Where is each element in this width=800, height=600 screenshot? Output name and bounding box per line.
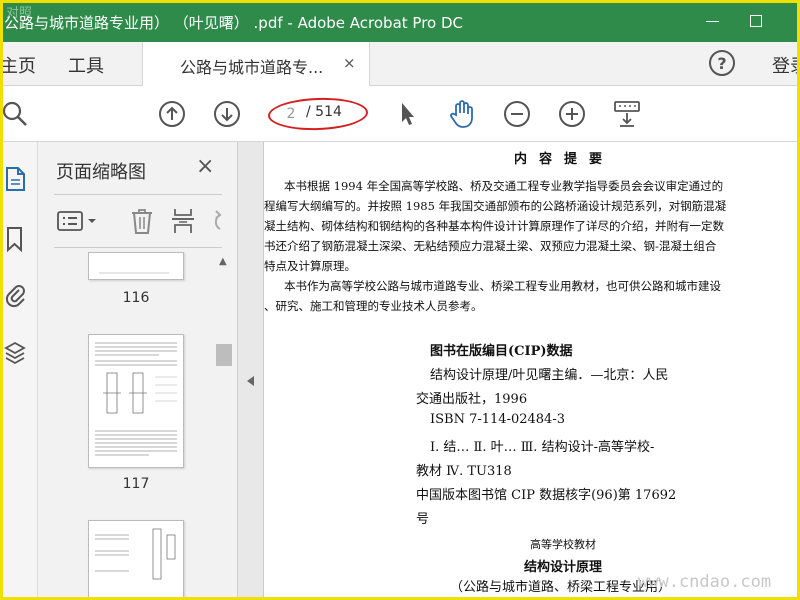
paragraph-line: 书还介绍了钢筋混凝土深梁、无粘结预应力混凝土梁、双预应力混凝土梁、钢-混凝土组合 bbox=[264, 239, 717, 253]
navigation-rail bbox=[0, 142, 38, 600]
cip-title: 图书在版编目(CIP)数据 bbox=[430, 344, 573, 359]
delete-page-icon[interactable] bbox=[130, 206, 154, 236]
maximize-icon bbox=[750, 15, 762, 27]
tab-document[interactable]: 公路与城市道路专... × bbox=[142, 42, 370, 86]
tab-document-label: 公路与城市道路专... bbox=[180, 58, 324, 77]
previous-page-icon[interactable] bbox=[156, 98, 188, 130]
title-bar: 对照 公路与城市道路专业用） （叶见曙） .pdf - Adobe Acroba… bbox=[0, 0, 800, 42]
search-icon[interactable] bbox=[0, 98, 32, 130]
insert-page-icon[interactable] bbox=[170, 206, 196, 236]
attachment-icon[interactable] bbox=[4, 282, 26, 308]
page-thumbnails-icon[interactable] bbox=[4, 166, 26, 192]
divider bbox=[54, 247, 222, 248]
minimize-button[interactable] bbox=[690, 6, 734, 36]
tab-home[interactable]: 主页 bbox=[0, 52, 36, 78]
window-title: 公路与城市道路专业用） （叶见曙） .pdf - Adobe Acrobat P… bbox=[4, 14, 464, 32]
zoom-out-icon[interactable] bbox=[501, 98, 533, 130]
help-icon[interactable]: ? bbox=[709, 50, 735, 76]
site-watermark: www.cndao.com bbox=[638, 572, 772, 592]
close-panel-icon[interactable]: × bbox=[196, 154, 214, 179]
paragraph-line: 凝土结构、砌体结构和钢结构的各种基本构件设计计算原理作了详尽的介绍，并附有一定数 bbox=[264, 219, 724, 233]
cip-line: 教材 Ⅳ. TU318 bbox=[416, 464, 512, 479]
scrollbar-thumb[interactable] bbox=[216, 344, 232, 366]
book-title: 结构设计原理 bbox=[524, 560, 603, 575]
cip-line: 结构设计原理/叶见曙主编．—北京：人民 bbox=[430, 368, 669, 383]
scrollbar-track bbox=[214, 252, 234, 600]
cip-line: Ⅰ. 结… Ⅱ. 叶… Ⅲ. 结构设计-高等学校- bbox=[430, 440, 655, 455]
cip-line: 交通出版社，1996 bbox=[416, 392, 528, 407]
thumbnails-panel-title: 页面缩略图 bbox=[56, 162, 146, 183]
select-cursor-icon[interactable] bbox=[391, 98, 423, 130]
series-label: 高等学校教材 bbox=[530, 538, 596, 551]
zoom-in-icon[interactable] bbox=[556, 98, 588, 130]
scroll-mode-icon[interactable] bbox=[611, 98, 643, 130]
section-heading: 内容提要 bbox=[514, 152, 615, 167]
page-thumbnail-number: 116 bbox=[122, 290, 150, 306]
paragraph-line: 本书作为高等学校公路与城市道路专业、桥梁工程专业用教材，也可供公路和城市建设 bbox=[284, 279, 721, 293]
layers-icon[interactable] bbox=[4, 340, 26, 366]
main-toolbar bbox=[0, 86, 800, 142]
page-thumbnail[interactable] bbox=[88, 252, 184, 280]
cip-line: 号 bbox=[416, 512, 430, 527]
tab-tools[interactable]: 工具 bbox=[68, 52, 104, 78]
minimize-icon bbox=[705, 20, 719, 22]
paragraph-line: 、研究、施工和管理的专业技术人员参考。 bbox=[264, 299, 483, 313]
maximize-button[interactable] bbox=[734, 6, 778, 36]
tab-bar: 主页 工具 公路与城市道路专... × ? 登录 bbox=[0, 42, 800, 86]
rotate-icon[interactable] bbox=[210, 206, 222, 236]
paragraph-line: 程编写大纲编写的。并按照 1985 年我国交通部颁布的公路桥涵设计规范系列，对钢… bbox=[264, 199, 727, 213]
document-page: 内容提要 本书根据 1994 年全国高等学校路、桥及交通工程专业教学指导委员会会… bbox=[264, 142, 800, 600]
hand-tool-icon[interactable] bbox=[446, 98, 478, 130]
page-thumbnail[interactable] bbox=[88, 334, 184, 468]
tab-close-icon[interactable]: × bbox=[343, 54, 356, 72]
page-thumbnail[interactable] bbox=[88, 520, 184, 600]
paragraph-line: 本书根据 1994 年全国高等学校路、桥及交通工程专业教学指导委员会会议审定通过… bbox=[284, 179, 724, 193]
scroll-up-icon[interactable]: ▲ bbox=[219, 256, 227, 267]
panel-collapse-handle[interactable] bbox=[238, 142, 264, 600]
thumbnails-scrollbar[interactable]: ▲ bbox=[214, 252, 234, 600]
collapse-arrow-icon bbox=[247, 376, 254, 386]
page-thumbnail-number: 117 bbox=[122, 476, 150, 492]
thumbnail-options-icon[interactable] bbox=[56, 206, 100, 236]
thumbnails-panel: 页面缩略图 × 116 117 ▲ bbox=[38, 142, 238, 600]
sign-in-link[interactable]: 登录 bbox=[772, 52, 800, 78]
next-page-icon[interactable] bbox=[211, 98, 243, 130]
cip-line: 中国版本图书馆 CIP 数据核字(96)第 17692 bbox=[416, 488, 677, 503]
bookmark-icon[interactable] bbox=[4, 226, 26, 253]
paragraph-line: 特点及计算原理。 bbox=[264, 259, 356, 273]
cip-line: ISBN 7-114-02484-3 bbox=[430, 412, 565, 427]
divider bbox=[54, 194, 222, 195]
